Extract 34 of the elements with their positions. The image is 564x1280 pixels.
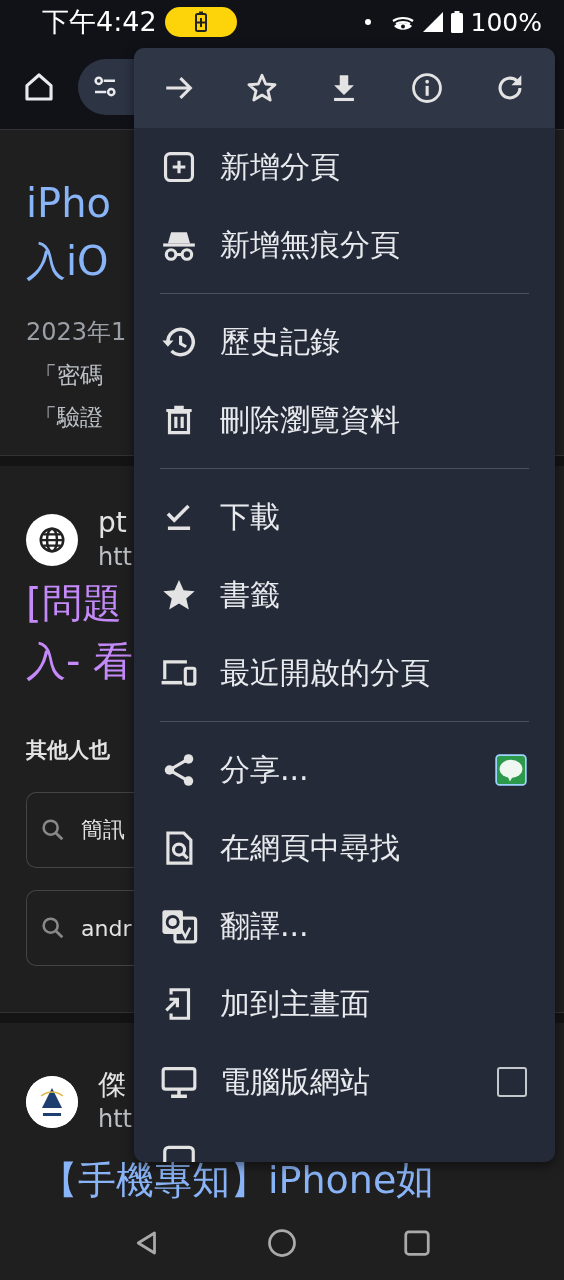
menu-item[interactable]: 刪除瀏覽資料 — [134, 381, 555, 459]
site-name: 傑 — [98, 1068, 126, 1102]
menu-item[interactable]: 書籤 — [134, 556, 555, 634]
menu-item[interactable]: 新增分頁 — [134, 128, 555, 206]
result-snippet: 「密碼 — [33, 361, 103, 390]
notification-dot-icon — [364, 19, 371, 25]
result-title-link[interactable]: [問題 — [26, 574, 122, 632]
recents-icon[interactable] — [402, 1227, 432, 1258]
site-url: htt — [98, 542, 133, 573]
site-logo-icon — [26, 1076, 78, 1128]
menu-item[interactable]: 電腦版網站 — [134, 1043, 555, 1121]
info-icon[interactable] — [410, 71, 445, 105]
menu-item[interactable]: 最近開啟的分頁 — [134, 634, 555, 712]
result-date: 2023年1 — [26, 317, 127, 348]
menu-item[interactable]: 新增無痕分頁 — [134, 206, 555, 284]
result-snippet: 「驗證 — [33, 403, 103, 432]
globe-icon — [37, 525, 67, 555]
menu-item[interactable]: 下載 — [134, 478, 555, 556]
home-button-icon[interactable] — [267, 1227, 297, 1258]
related-heading: 其他人也 — [26, 737, 110, 764]
chat-app-icon[interactable] — [495, 754, 527, 786]
battery-icon — [450, 11, 463, 33]
menu-item[interactable]: 加到主畫面 — [134, 965, 555, 1043]
site-name: pt — [98, 506, 127, 540]
checkbox[interactable] — [497, 1067, 527, 1097]
battery-saver-icon — [164, 7, 237, 37]
battery-percentage: 100% — [470, 7, 542, 37]
result-title-link[interactable]: 入iO — [26, 232, 109, 290]
result-title-link[interactable]: 入- 看 — [26, 632, 134, 690]
result-title-link[interactable]: iPho — [26, 174, 112, 232]
site-url: htt — [98, 1104, 133, 1135]
translate-icon — [160, 907, 198, 945]
clock: 下午4:42 — [42, 5, 157, 39]
menu-item[interactable]: 歷史記錄 — [134, 303, 555, 381]
